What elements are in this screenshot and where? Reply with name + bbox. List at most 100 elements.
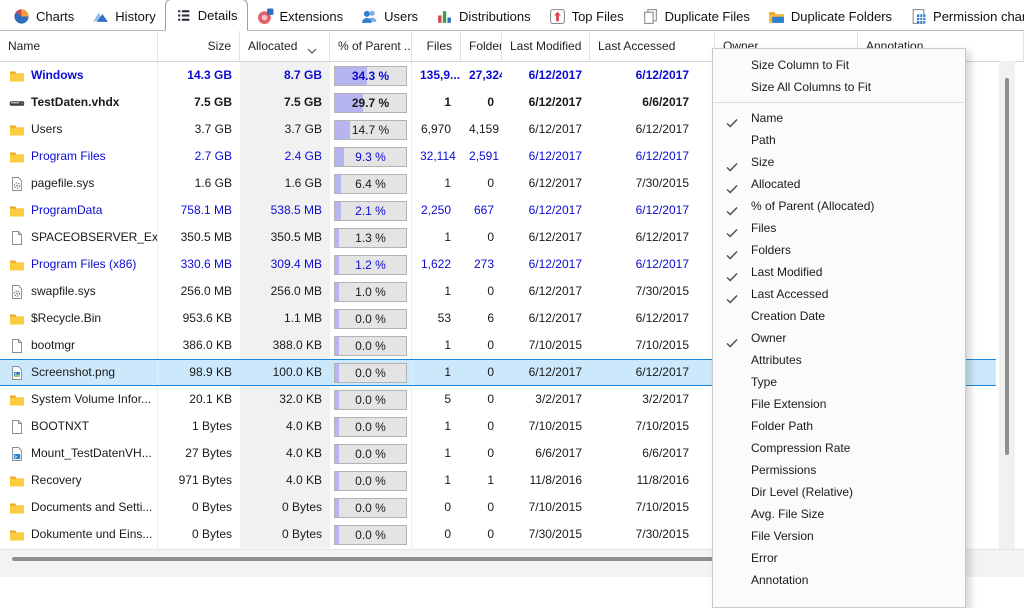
column-header-size[interactable]: Size: [158, 31, 240, 61]
horizontal-scrollbar-thumb[interactable]: [12, 557, 780, 561]
percent-label: 1.2 %: [335, 256, 406, 274]
last-modified-cell: 6/12/2017: [502, 89, 590, 116]
folders-cell: 2,591: [461, 143, 502, 170]
column-header-files[interactable]: Files: [412, 31, 461, 61]
allocated-cell: 0 Bytes: [240, 521, 330, 548]
menu-item-label: Attributes: [751, 353, 802, 367]
last-accessed-cell: 6/12/2017: [590, 143, 715, 170]
menu-item-column-folders[interactable]: Folders: [713, 239, 965, 261]
files-cell: 1: [412, 278, 461, 305]
menu-item-column-last-accessed[interactable]: Last Accessed: [713, 283, 965, 305]
tab-top-files[interactable]: Top Files: [540, 2, 633, 30]
tab-duplicate-files[interactable]: Duplicate Files: [633, 2, 759, 30]
last-accessed-cell: 6/6/2017: [590, 440, 715, 467]
menu-item-column-files[interactable]: Files: [713, 217, 965, 239]
percent-bar: 0.0 %: [334, 336, 407, 356]
menu-item-size-column-to-fit[interactable]: Size Column to Fit: [713, 54, 965, 76]
column-header-allocated[interactable]: Allocated: [240, 31, 330, 61]
percent-label: 0.0 %: [335, 337, 406, 355]
allocated-cell: 309.4 MB: [240, 251, 330, 278]
menu-item-column-owner[interactable]: Owner: [713, 327, 965, 349]
menu-item-label: Annotation: [751, 573, 808, 587]
menu-item-label: File Extension: [751, 397, 826, 411]
vertical-scrollbar[interactable]: [999, 61, 1015, 551]
menu-item-size-all-columns-to-fit[interactable]: Size All Columns to Fit: [713, 76, 965, 98]
allocated-cell: 350.5 MB: [240, 224, 330, 251]
last-accessed-cell: 11/8/2016: [590, 467, 715, 494]
folders-cell: 1: [461, 467, 502, 494]
menu-item-column-size[interactable]: Size: [713, 151, 965, 173]
last-modified-cell: 6/12/2017: [502, 251, 590, 278]
tab-permission-changes[interactable]: Permission changes: [901, 2, 1024, 30]
folders-cell: 0: [461, 224, 502, 251]
column-header-last-modified[interactable]: Last Modified: [502, 31, 590, 61]
file-name: Users: [31, 116, 62, 143]
tab-details[interactable]: Details: [165, 0, 248, 31]
file-name: ProgramData: [31, 197, 102, 224]
menu-item-column-attributes[interactable]: Attributes: [713, 349, 965, 371]
menu-item-column-permissions[interactable]: Permissions: [713, 459, 965, 481]
percent-of-parent-cell: 0.0 %: [330, 440, 412, 467]
menu-item-column-avg-file-size[interactable]: Avg. File Size: [713, 503, 965, 525]
name-cell: $Recycle.Bin: [0, 305, 158, 332]
menu-item-column-allocated[interactable]: Allocated: [713, 173, 965, 195]
percent-of-parent-cell: 29.7 %: [330, 89, 412, 116]
last-modified-cell: 6/12/2017: [502, 197, 590, 224]
percent-of-parent-cell: 0.0 %: [330, 332, 412, 359]
menu-item-column-file-version[interactable]: File Version: [713, 525, 965, 547]
menu-item-label: File Version: [751, 529, 814, 543]
last-modified-cell: 6/12/2017: [502, 278, 590, 305]
menu-item-column-dir-level-relative[interactable]: Dir Level (Relative): [713, 481, 965, 503]
check-icon: [726, 333, 738, 343]
percent-of-parent-cell: 0.0 %: [330, 359, 412, 386]
vertical-scrollbar-thumb[interactable]: [1005, 78, 1009, 455]
column-header-label: Files: [427, 39, 452, 53]
check-icon: [726, 157, 738, 167]
menu-item-column-of-parent-allocated[interactable]: % of Parent (Allocated): [713, 195, 965, 217]
menu-item-column-annotation[interactable]: Annotation: [713, 569, 965, 591]
menu-item-column-file-extension[interactable]: File Extension: [713, 393, 965, 415]
column-header-of-parent[interactable]: % of Parent ...: [330, 31, 412, 61]
column-header-name[interactable]: Name: [0, 31, 158, 61]
tab-extensions[interactable]: Extensions: [248, 2, 353, 30]
tab-users[interactable]: Users: [352, 2, 427, 30]
percent-of-parent-cell: 0.0 %: [330, 386, 412, 413]
size-cell: 98.9 KB: [158, 359, 240, 386]
percent-label: 14.7 %: [335, 121, 406, 139]
name-cell: bootmgr: [0, 332, 158, 359]
menu-item-column-path[interactable]: Path: [713, 129, 965, 151]
last-accessed-cell: 6/12/2017: [590, 251, 715, 278]
check-icon: [726, 289, 738, 299]
size-cell: 971 Bytes: [158, 467, 240, 494]
allocated-cell: 32.0 KB: [240, 386, 330, 413]
menu-item-column-type[interactable]: Type: [713, 371, 965, 393]
column-header-folders[interactable]: Folders: [461, 31, 502, 61]
tab-duplicate-folders[interactable]: Duplicate Folders: [759, 2, 901, 30]
column-header-last-accessed[interactable]: Last Accessed: [590, 31, 715, 61]
percent-bar: 6.4 %: [334, 174, 407, 194]
column-header-label: Last Accessed: [598, 39, 675, 53]
menu-item-column-name[interactable]: Name: [713, 107, 965, 129]
menu-item-column-last-modified[interactable]: Last Modified: [713, 261, 965, 283]
percent-bar: 0.0 %: [334, 525, 407, 545]
image-file-icon: [9, 365, 25, 381]
name-cell: Dokumente und Eins...: [0, 521, 158, 548]
percent-label: 1.3 %: [335, 229, 406, 247]
menu-item-column-compression-rate[interactable]: Compression Rate: [713, 437, 965, 459]
percent-label: 0.0 %: [335, 499, 406, 517]
menu-item-column-creation-date[interactable]: Creation Date: [713, 305, 965, 327]
file-name: System Volume Infor...: [31, 386, 151, 413]
name-cell: Windows: [0, 62, 158, 89]
name-cell: System Volume Infor...: [0, 386, 158, 413]
duplicate-folders-icon: [768, 8, 785, 25]
tab-history[interactable]: History: [83, 2, 164, 30]
percent-label: 0.0 %: [335, 472, 406, 490]
menu-item-column-error[interactable]: Error: [713, 547, 965, 569]
last-accessed-cell: 6/12/2017: [590, 197, 715, 224]
menu-item-column-folder-path[interactable]: Folder Path: [713, 415, 965, 437]
last-accessed-cell: 3/2/2017: [590, 386, 715, 413]
tab-distributions[interactable]: Distributions: [427, 2, 540, 30]
size-cell: 0 Bytes: [158, 494, 240, 521]
tab-charts[interactable]: Charts: [4, 2, 83, 30]
size-cell: 3.7 GB: [158, 116, 240, 143]
